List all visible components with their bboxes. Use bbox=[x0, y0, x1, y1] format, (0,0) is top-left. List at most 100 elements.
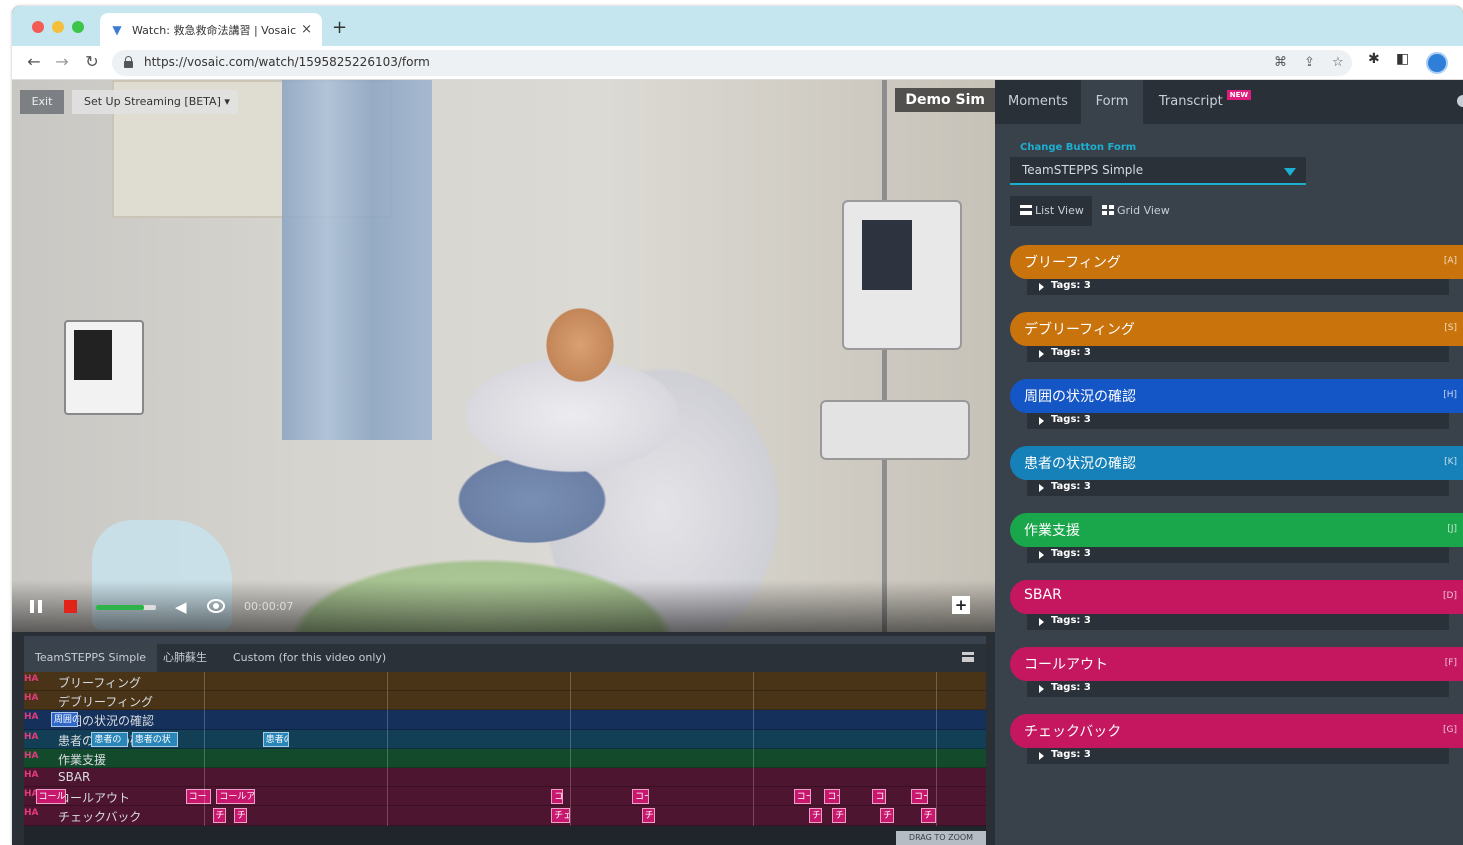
timeline-moment-marker[interactable]: 患者の bbox=[91, 731, 128, 747]
volume-slider[interactable] bbox=[96, 605, 156, 610]
timeline-moment-marker[interactable]: 患者の状 bbox=[131, 731, 178, 747]
timeline-moment-marker[interactable]: チ bbox=[808, 808, 823, 824]
video-player[interactable]: Exit Set Up Streaming [BETA] ▾ Demo Sim … bbox=[12, 80, 995, 632]
timeline-moment-marker[interactable]: コール bbox=[35, 789, 67, 805]
pause-icon[interactable] bbox=[30, 600, 42, 613]
timeline-row[interactable]: HA チェックバックチチチェチチチチチ bbox=[24, 806, 986, 826]
moment-button[interactable]: 作業支援 [J] bbox=[1010, 513, 1463, 547]
sidebar-collapse-handle[interactable] bbox=[1457, 95, 1463, 107]
timeline-moment-marker[interactable]: コー bbox=[824, 789, 840, 805]
tags-toggle[interactable]: Tags: 3 bbox=[1027, 480, 1449, 496]
moment-button-hotkey: [A] bbox=[1443, 256, 1457, 266]
tags-count: Tags: 3 bbox=[1051, 749, 1091, 760]
form-select[interactable]: TeamSTEPPS Simple bbox=[1010, 157, 1306, 185]
timeline-moment-marker[interactable]: コー bbox=[910, 789, 929, 805]
collapse-icon[interactable] bbox=[962, 652, 974, 662]
tags-count: Tags: 3 bbox=[1051, 615, 1091, 626]
tags-toggle[interactable]: Tags: 3 bbox=[1027, 346, 1449, 362]
timeline-moment-marker[interactable]: 周囲の bbox=[50, 712, 78, 728]
exit-button[interactable]: Exit bbox=[20, 90, 64, 114]
timeline-moment-marker[interactable]: コ bbox=[872, 789, 886, 805]
timeline-moment-marker[interactable]: チ bbox=[880, 808, 894, 824]
tab-title: Watch: 救急救命法講習 | Vosaic bbox=[132, 23, 297, 37]
speaker-icon[interactable]: ◀ bbox=[175, 598, 187, 616]
timeline-moment-marker[interactable]: コー bbox=[185, 789, 211, 805]
tab-form[interactable]: Form bbox=[1081, 80, 1143, 124]
tab-strip: ▼ Watch: 救急救命法講習 | Vosaic × + bbox=[12, 6, 1463, 46]
timeline-moment-marker[interactable]: チ bbox=[641, 808, 656, 824]
timeline-scrubber[interactable] bbox=[24, 636, 986, 644]
timeline-row-tag: HA bbox=[24, 712, 39, 723]
lock-icon bbox=[124, 56, 133, 68]
tab-moments[interactable]: Moments bbox=[995, 80, 1081, 124]
timeline-row[interactable]: HA周囲の状況の確認周囲の bbox=[24, 710, 986, 730]
bookmark-star-icon[interactable]: ☆ bbox=[1332, 55, 1344, 70]
timeline-moment-marker[interactable]: コー bbox=[631, 789, 650, 805]
moment-button[interactable]: SBAR [D] bbox=[1010, 580, 1463, 614]
tags-toggle[interactable]: Tags: 3 bbox=[1027, 681, 1449, 697]
current-time: 00:00:07 bbox=[244, 600, 294, 613]
close-window-button[interactable] bbox=[32, 21, 44, 33]
timeline-row[interactable]: HA 作業支援 bbox=[24, 748, 986, 768]
new-tab-button[interactable]: + bbox=[332, 17, 347, 38]
timeline-moment-marker[interactable]: 患者の bbox=[262, 731, 290, 747]
record-stop-icon[interactable] bbox=[64, 600, 77, 613]
setup-streaming-dropdown[interactable]: Set Up Streaming [BETA] ▾ bbox=[72, 90, 238, 114]
timeline-moment-marker[interactable]: コ bbox=[551, 789, 564, 805]
browser-tab[interactable]: ▼ Watch: 救急救命法講習 | Vosaic × bbox=[100, 13, 322, 46]
tags-toggle[interactable]: Tags: 3 bbox=[1027, 748, 1449, 764]
timeline-gridline bbox=[387, 672, 388, 826]
moment-button[interactable]: コールアウト [F] bbox=[1010, 647, 1463, 681]
timeline-row[interactable]: HA デブリーフィング bbox=[24, 691, 986, 711]
expand-arrow-icon bbox=[1039, 618, 1044, 626]
moment-button[interactable]: デブリーフィング [S] bbox=[1010, 312, 1463, 346]
timeline-row-label: SBAR bbox=[58, 769, 91, 784]
timeline-moment-marker[interactable]: コールア bbox=[216, 789, 255, 805]
timeline-moment-marker[interactable]: コー bbox=[793, 789, 811, 805]
moment-button[interactable]: 周囲の状況の確認 [H] bbox=[1010, 379, 1463, 413]
timeline-moment-marker[interactable]: チ bbox=[920, 808, 936, 824]
tags-toggle[interactable]: Tags: 3 bbox=[1027, 547, 1449, 563]
tags-toggle[interactable]: Tags: 3 bbox=[1027, 413, 1449, 429]
moment-button[interactable]: ブリーフィング [A] bbox=[1010, 245, 1463, 279]
timeline-tab-cpr[interactable]: 心肺蘇生 bbox=[152, 644, 218, 672]
timeline-row[interactable]: HA ブリーフィング bbox=[24, 672, 986, 692]
timeline-moment-marker[interactable]: チ bbox=[212, 808, 226, 824]
address-bar[interactable]: https://vosaic.com/watch/1595825226103/f… bbox=[112, 50, 1352, 76]
expand-arrow-icon bbox=[1039, 551, 1044, 559]
tab-close-icon[interactable]: × bbox=[301, 22, 312, 37]
eye-icon[interactable] bbox=[207, 599, 225, 613]
moment-button[interactable]: チェックバック [G] bbox=[1010, 714, 1463, 748]
profile-avatar[interactable] bbox=[1426, 52, 1448, 74]
expand-arrow-icon bbox=[1039, 417, 1044, 425]
tags-toggle[interactable]: Tags: 3 bbox=[1027, 279, 1449, 295]
back-arrow-icon[interactable]: ← bbox=[24, 52, 44, 71]
moment-button-label: 周囲の状況の確認 bbox=[1024, 389, 1136, 405]
expand-arrow-icon bbox=[1039, 685, 1044, 693]
timeline-moment-marker[interactable]: チェ bbox=[551, 808, 571, 824]
timeline-rows: HAブリーフィングHAデブリーフィングHA周囲の状況の確認周囲のHA患者の状況の… bbox=[24, 672, 986, 826]
translate-icon[interactable]: ⌘ bbox=[1274, 55, 1287, 70]
list-view-button[interactable]: List View bbox=[1010, 196, 1092, 226]
forward-arrow-icon[interactable]: → bbox=[52, 52, 72, 71]
reload-icon[interactable]: ↻ bbox=[82, 52, 102, 71]
timeline-row[interactable]: HA SBAR bbox=[24, 767, 986, 788]
moment-button-label: チェックバック bbox=[1024, 724, 1122, 740]
moment-button[interactable]: 患者の状況の確認 [K] bbox=[1010, 446, 1463, 480]
minimize-window-button[interactable] bbox=[52, 21, 64, 33]
list-icon bbox=[1020, 205, 1032, 215]
timeline-moment-marker[interactable]: チ bbox=[832, 808, 846, 824]
extensions-puzzle-icon[interactable]: ✱ bbox=[1368, 51, 1380, 67]
timeline-tab-teamstepps[interactable]: TeamSTEPPS Simple bbox=[24, 644, 158, 672]
maximize-window-button[interactable] bbox=[72, 21, 84, 33]
timeline-row[interactable]: HAコールアウトコールコーコールアココーコーコーココー bbox=[24, 787, 986, 807]
tab-transcript[interactable]: Transcript NEW bbox=[1145, 80, 1265, 124]
side-panel-icon[interactable]: ◧ bbox=[1396, 51, 1409, 67]
timeline-tab-custom[interactable]: Custom (for this video only) bbox=[222, 644, 397, 672]
timeline-moment-marker[interactable]: チ bbox=[233, 808, 248, 824]
timeline-row[interactable]: HA患者の状況の確認患者の患者の状患者の bbox=[24, 729, 986, 749]
grid-view-button[interactable]: Grid View bbox=[1092, 196, 1182, 226]
share-icon[interactable]: ⇪ bbox=[1304, 55, 1315, 70]
tags-toggle[interactable]: Tags: 3 bbox=[1027, 614, 1449, 630]
add-moment-icon[interactable]: + bbox=[952, 596, 970, 614]
